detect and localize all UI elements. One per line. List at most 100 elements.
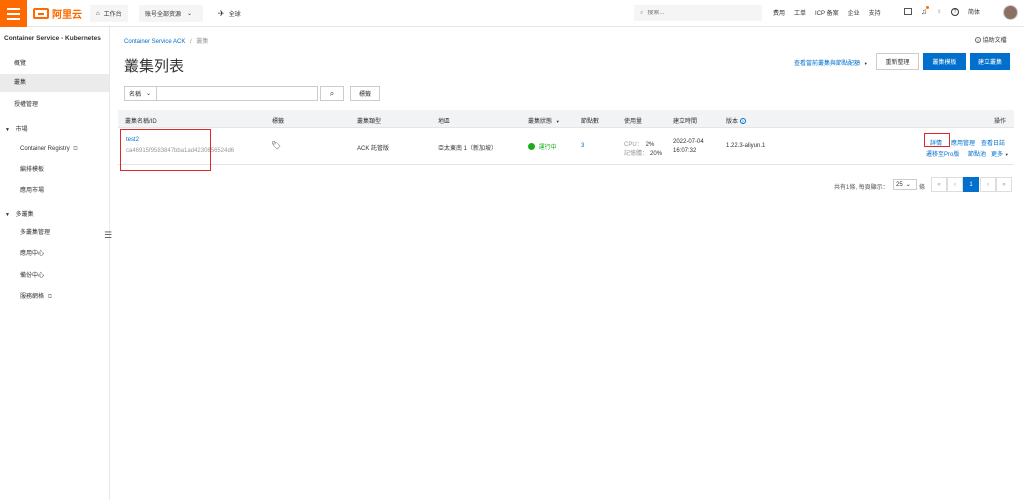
sidebar-item-clusters[interactable]: 叢集 [0, 74, 109, 92]
workbench-button[interactable]: ⌂ 工作台 [90, 5, 128, 22]
cluster-template-button[interactable]: 叢集模板 [923, 53, 966, 70]
sidebar-title: Container Service - Kubernetes [4, 35, 101, 42]
first-page-button[interactable]: « [931, 177, 947, 192]
name-highlight-annotation [120, 129, 211, 171]
filter-input[interactable] [157, 86, 318, 101]
col-header-region: 地區 [438, 119, 451, 125]
sidebar-item-app-center[interactable]: 應用中心 [0, 245, 109, 263]
language-selector[interactable]: 简体 [968, 7, 980, 16]
node-pool-link[interactable]: 節點池 [968, 149, 986, 158]
page-size-select[interactable]: 25 ⌄ [893, 179, 917, 190]
top-link-icp[interactable]: ICP 备案 [815, 8, 839, 17]
col-header-status[interactable]: 叢集狀態 ▼ [528, 116, 560, 125]
external-link-icon: ⧉ [47, 294, 52, 300]
page-title: 叢集列表 [124, 58, 185, 75]
top-link-fees[interactable]: 费用 [773, 8, 785, 17]
breadcrumb-root[interactable]: Container Service ACK [124, 39, 185, 45]
region-selector[interactable]: ✈ 全球 [218, 5, 241, 22]
filter-tag-button[interactable]: 標籤 [350, 86, 380, 101]
sidebar-item-service-mesh[interactable]: 服務網格 ⧉ [0, 288, 109, 306]
node-count-link[interactable]: 3 [581, 143, 584, 149]
search-icon: ⌕ [329, 88, 335, 98]
search-input[interactable] [647, 10, 748, 16]
sidebar-collapse-icon[interactable]: ☰ [104, 230, 112, 241]
lightbulb-icon[interactable]: ♀ [936, 7, 942, 16]
created-date: 2022-07-04 [673, 139, 704, 145]
bell-icon[interactable]: ♫ [921, 6, 929, 16]
chevron-down-icon: ⌄ [187, 11, 193, 17]
sidebar-item-multi-cluster-mgmt[interactable]: 多叢集管理 [0, 224, 109, 242]
sidebar-item-container-registry[interactable]: Container Registry ⧉ [0, 140, 109, 158]
menu-icon[interactable] [0, 0, 27, 27]
col-header-tags: 標籤 [272, 119, 285, 125]
avatar[interactable] [1003, 5, 1018, 20]
col-header-usage: 使用量 [624, 119, 643, 125]
external-link-icon: ⧉ [73, 146, 78, 152]
sidebar-group-multi-cluster[interactable]: ▼ 多叢集 [5, 209, 34, 218]
caret-down-icon: ▼ [555, 119, 560, 124]
col-header-type: 叢集類型 [357, 119, 382, 125]
info-icon[interactable]: ? [739, 118, 746, 124]
last-page-button[interactable]: » [996, 177, 1012, 192]
col-header-name: 叢集名稱/ID [125, 119, 157, 125]
cluster-region: 亞太東南 1（新加坡） [438, 146, 498, 152]
breadcrumb-current: 叢集 [196, 39, 209, 45]
pager-summary: 共有1條, 每頁顯示： [834, 185, 889, 191]
migrate-pro-link[interactable]: 遷移至Pro版 [926, 149, 959, 158]
cpu-usage: CPU： 2% [624, 142, 655, 148]
chevron-down-icon: ⌄ [146, 91, 152, 97]
top-links: 费用 工单 ICP 备案 企业 支持 [773, 8, 881, 17]
sidebar-item-authorization[interactable]: 授權管理 [0, 96, 109, 114]
top-link-enterprise[interactable]: 企业 [848, 8, 860, 17]
create-cluster-button[interactable]: 建立叢集 [970, 53, 1010, 70]
app-management-link[interactable]: 應用管理 [951, 138, 975, 147]
resources-dropdown[interactable]: 账号全部资源 ⌄ [139, 5, 203, 22]
col-header-actions: 操作 [994, 119, 1007, 125]
cluster-type: ACK 託管版 [357, 146, 390, 152]
sidebar-group-market[interactable]: ▼ 市場 [5, 124, 28, 133]
top-bar: 阿里云 ⌂ 工作台 账号全部资源 ⌄ ✈ 全球 ⌕ 费用 工单 ICP 备案 企… [0, 0, 1024, 27]
chevron-down-icon: ⌄ [905, 182, 911, 188]
table-row: test2 ca46915f9583847bba1ad4230856524d6 … [118, 128, 1014, 165]
refresh-button[interactable]: 重新整理 [876, 53, 919, 70]
col-header-nodes: 節點數 [581, 119, 600, 125]
search-box[interactable]: ⌕ [634, 5, 762, 21]
caret-down-icon: ▼ [1004, 152, 1009, 157]
tag-icon[interactable]: 🏷 [271, 141, 281, 150]
filter-field-select[interactable]: 名稱 ⌄ [124, 86, 157, 101]
search-icon: ⌕ [640, 9, 644, 16]
status-badge: 運行中 [528, 142, 557, 151]
table-header: 叢集名稱/ID 標籤 叢集類型 地區 叢集狀態 ▼ 節點數 使用量 建立時間 版… [118, 110, 1014, 128]
top-link-tickets[interactable]: 工单 [794, 8, 806, 17]
col-header-version: 版本 ? [726, 118, 746, 125]
terminal-icon[interactable] [904, 8, 912, 15]
details-highlight-annotation [924, 133, 950, 147]
logo[interactable]: 阿里云 [33, 7, 82, 21]
aliyun-logo-icon [33, 8, 49, 19]
sidebar-item-app-market[interactable]: 應用市場 [0, 182, 109, 200]
status-running-icon [528, 143, 535, 150]
logo-text: 阿里云 [52, 10, 82, 21]
filter-search-button[interactable]: ⌕ [320, 86, 344, 101]
breadcrumb: Container Service ACK / 叢集 [124, 39, 209, 45]
col-header-created: 建立時間 [673, 119, 698, 125]
view-quota-link[interactable]: 查看當前叢集與節點配額 ▼ [794, 58, 868, 67]
memory-usage: 記憶體： 20% [624, 151, 663, 157]
next-page-button[interactable]: › [980, 177, 996, 192]
sidebar-item-backup-center[interactable]: 備份中心 [0, 267, 109, 285]
globe-icon: ✈ [218, 9, 225, 18]
help-circle-icon: ? [975, 37, 981, 43]
prev-page-button[interactable]: ‹ [947, 177, 963, 192]
caret-down-icon: ▼ [5, 127, 10, 133]
more-dropdown[interactable]: 更多 ▼ [991, 149, 1009, 158]
page-button-1[interactable]: 1 [963, 177, 979, 192]
cluster-version: 1.22.3-aliyun.1 [726, 143, 766, 149]
view-logs-link[interactable]: 查看日誌 [981, 138, 1005, 147]
sidebar-item-templates[interactable]: 編排模板 [0, 161, 109, 179]
help-icon[interactable]: ? [951, 7, 959, 16]
caret-down-icon: ▼ [5, 212, 10, 218]
created-time: 16:07:32 [673, 148, 697, 154]
help-doc-link[interactable]: ? 協助文檔 [975, 35, 1007, 44]
top-link-support[interactable]: 支持 [869, 8, 881, 17]
sidebar-item-overview[interactable]: 概覽 [0, 55, 109, 73]
